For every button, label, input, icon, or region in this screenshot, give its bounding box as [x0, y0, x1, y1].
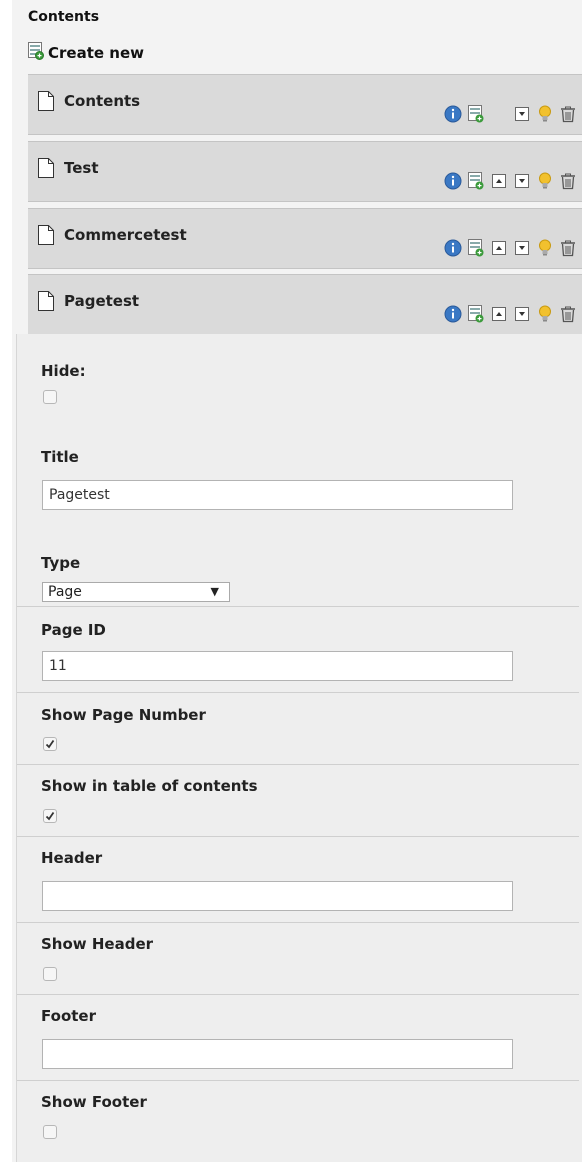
add-content-icon[interactable] — [466, 171, 486, 191]
content-item-pagetest[interactable]: Pagetest — [28, 274, 582, 335]
header-field: Header — [17, 836, 579, 923]
type-select[interactable]: Page ▼ — [42, 582, 230, 602]
hide-checkbox[interactable] — [43, 390, 57, 404]
info-icon[interactable] — [443, 104, 463, 124]
hide-label: Hide: — [41, 362, 86, 380]
trash-icon[interactable] — [558, 104, 578, 124]
footer-label: Footer — [41, 1007, 96, 1025]
show-in-toc-label: Show in table of contents — [41, 777, 258, 795]
show-footer-field: Show Footer — [17, 1080, 579, 1163]
show-header-field: Show Header — [17, 922, 579, 995]
title-field: Title Pagetest — [17, 434, 579, 534]
checkmark-icon — [45, 739, 55, 749]
item-label: Pagetest — [64, 292, 140, 310]
page-id-input[interactable]: 11 — [42, 651, 513, 681]
checkmark-icon — [45, 811, 55, 821]
add-content-icon — [28, 42, 44, 64]
show-footer-label: Show Footer — [41, 1093, 147, 1111]
page-icon — [38, 91, 54, 115]
trash-icon[interactable] — [558, 304, 578, 324]
move-down-icon[interactable] — [512, 304, 532, 324]
move-down-icon[interactable] — [512, 104, 532, 124]
item-toolbar — [443, 304, 578, 324]
type-label: Type — [41, 554, 81, 572]
item-toolbar — [443, 104, 578, 124]
lightbulb-icon[interactable] — [535, 238, 555, 258]
content-item-test[interactable]: Test — [28, 141, 582, 202]
content-item-commercetest[interactable]: Commercetest — [28, 208, 582, 269]
title-input[interactable]: Pagetest — [42, 480, 513, 510]
show-header-label: Show Header — [41, 935, 154, 953]
page-id-field: Page ID 11 — [17, 606, 579, 693]
show-page-number-field: Show Page Number — [17, 692, 579, 765]
create-new-label: Create new — [48, 44, 144, 62]
header-label: Header — [41, 849, 103, 867]
show-header-checkbox[interactable] — [43, 967, 57, 981]
page-icon — [38, 225, 54, 249]
item-label: Contents — [64, 92, 141, 110]
add-content-icon[interactable] — [466, 104, 486, 124]
move-up-icon[interactable] — [489, 238, 509, 258]
show-page-number-label: Show Page Number — [41, 706, 206, 724]
header-input[interactable] — [42, 881, 513, 911]
show-in-toc-checkbox[interactable] — [43, 809, 57, 823]
add-content-icon[interactable] — [466, 238, 486, 258]
add-content-icon[interactable] — [466, 304, 486, 324]
content-item-contents[interactable]: Contents — [28, 74, 582, 135]
trash-icon[interactable] — [558, 171, 578, 191]
page-id-label: Page ID — [41, 621, 106, 639]
type-field: Type Page ▼ — [17, 534, 579, 606]
panel-title: Contents — [28, 9, 100, 25]
move-up-icon[interactable] — [489, 304, 509, 324]
show-footer-checkbox[interactable] — [43, 1125, 57, 1139]
type-selected-value: Page — [48, 584, 82, 600]
info-icon[interactable] — [443, 171, 463, 191]
info-icon[interactable] — [443, 238, 463, 258]
item-label: Test — [64, 159, 99, 177]
lightbulb-icon[interactable] — [535, 304, 555, 324]
footer-input[interactable] — [42, 1039, 513, 1069]
info-icon[interactable] — [443, 304, 463, 324]
lightbulb-icon[interactable] — [535, 104, 555, 124]
create-new-button[interactable]: Create new — [28, 42, 144, 64]
dropdown-arrow-icon: ▼ — [210, 585, 219, 598]
item-toolbar — [443, 171, 578, 191]
trash-icon[interactable] — [558, 238, 578, 258]
move-down-icon[interactable] — [512, 171, 532, 191]
move-up-icon[interactable] — [489, 171, 509, 191]
footer-field: Footer — [17, 994, 579, 1081]
move-down-icon[interactable] — [512, 238, 532, 258]
show-in-toc-field: Show in table of contents — [17, 764, 579, 837]
page-icon — [38, 158, 54, 182]
title-label: Title — [41, 448, 79, 466]
page-icon — [38, 291, 54, 315]
item-toolbar — [443, 238, 578, 258]
pagetest-edit-form: Hide: Title Pagetest Type Page ▼ Page ID… — [16, 334, 582, 1162]
item-label: Commercetest — [64, 226, 187, 244]
hide-field: Hide: — [17, 334, 579, 434]
lightbulb-icon[interactable] — [535, 171, 555, 191]
show-page-number-checkbox[interactable] — [43, 737, 57, 751]
